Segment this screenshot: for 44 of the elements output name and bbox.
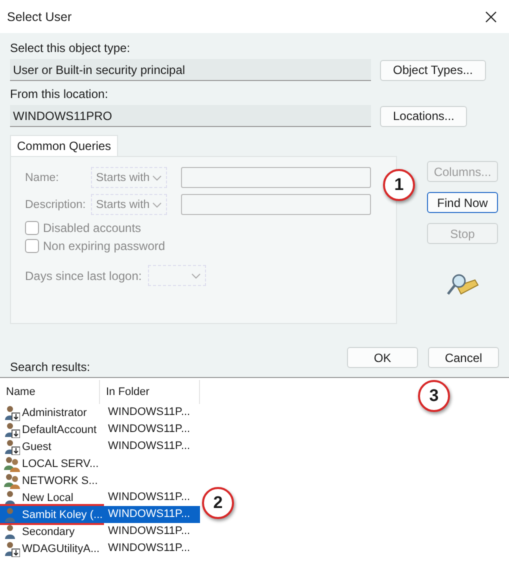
checkbox-label: Disabled accounts: [43, 221, 142, 235]
result-row[interactable]: Guest: [0, 438, 102, 455]
result-row[interactable]: WDAGUtilityA...: [0, 540, 102, 557]
field-label: Name:: [25, 172, 60, 184]
days-label: Days since last logon:: [25, 268, 142, 282]
field-label: Description:: [25, 198, 87, 210]
group-icon: [4, 472, 20, 488]
user-arrow-icon: [4, 404, 20, 420]
checkbox-label: Non expiring password: [43, 239, 166, 253]
object-type-label: Select this object type:: [10, 41, 132, 55]
folder-cell-text: WINDOWS11P...: [107, 422, 192, 437]
result-row[interactable]: New Local: [0, 489, 102, 506]
folder-cell-text: WINDOWS11P...: [107, 524, 192, 539]
folder-cell: WINDOWS11P...: [102, 506, 200, 523]
caret-icon: [190, 272, 201, 278]
result-row[interactable]: LOCAL SERV...: [0, 455, 102, 472]
search-results-label: Search results:: [10, 360, 90, 374]
result-row[interactable]: Secondary: [0, 523, 102, 540]
caret-icon: [152, 174, 162, 180]
location-field: WINDOWS11PRO: [10, 105, 371, 127]
column-header[interactable]: Name: [0, 380, 100, 404]
window-title: Select User: [7, 10, 72, 24]
locations-button[interactable]: Locations...: [380, 106, 468, 126]
close-icon[interactable]: [485, 10, 497, 22]
result-row[interactable]: Administrator: [0, 404, 102, 421]
result-row[interactable]: DefaultAccount: [0, 421, 102, 438]
folder-cell-text: WINDOWS11P...: [107, 405, 192, 420]
caret-icon: [152, 202, 162, 208]
location-label: From this location:: [10, 87, 110, 101]
user-arrow-icon: [4, 422, 20, 438]
column-header[interactable]: In Folder: [100, 380, 200, 404]
tab[interactable]: Common Queries: [10, 135, 118, 156]
side-button[interactable]: Find Now: [427, 192, 498, 213]
dialog-button[interactable]: Cancel: [428, 347, 499, 368]
user-arrow-icon: [4, 438, 20, 454]
object-type-field: User or Built-in security principal: [10, 59, 371, 81]
object-types-button[interactable]: Object Types...: [380, 60, 486, 80]
folder-cell-text: WINDOWS11P...: [107, 439, 192, 454]
result-row[interactable]: Sambit Koley (...: [0, 506, 102, 523]
result-row[interactable]: NETWORK S...: [0, 472, 102, 489]
group-icon: [4, 456, 20, 472]
folder-cell-text: WINDOWS11P...: [107, 490, 192, 505]
folder-cell-text: WINDOWS11P...: [107, 541, 192, 556]
dialog-button[interactable]: OK: [347, 347, 418, 368]
